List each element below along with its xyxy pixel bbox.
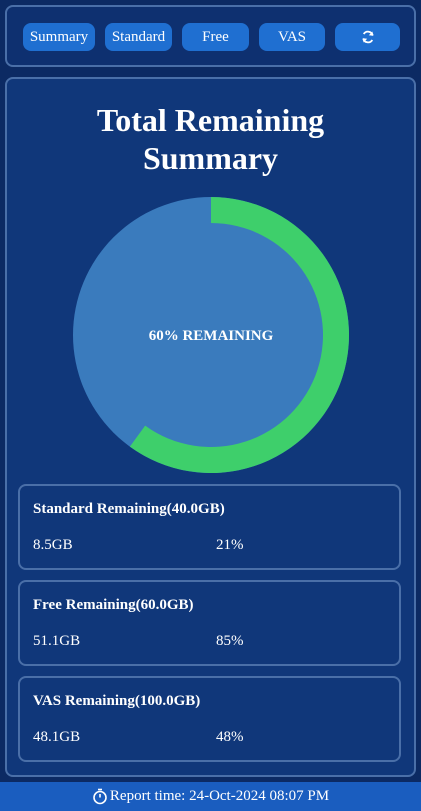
page-title: Total Remaining Summary — [7, 101, 414, 177]
card-amount: 51.1GB — [33, 633, 81, 649]
card-title: Free Remaining(60.0GB) — [33, 597, 194, 613]
refresh-icon — [361, 30, 374, 44]
card-amount: 8.5GB — [33, 537, 73, 553]
summary-panel: Total Remaining Summary 60% REMAINING St… — [5, 77, 416, 777]
tab-bar: Summary Standard Free VAS — [5, 5, 416, 67]
card-title: VAS Remaining(100.0GB) — [33, 693, 201, 709]
tab-free[interactable]: Free — [182, 23, 249, 51]
report-time-footer: Report time: 24-Oct-2024 08:07 PM — [0, 782, 421, 811]
card-title: Standard Remaining(40.0GB) — [33, 501, 225, 517]
refresh-button[interactable] — [335, 23, 400, 51]
tab-summary[interactable]: Summary — [23, 23, 95, 51]
tab-standard[interactable]: Standard — [105, 23, 172, 51]
card-amount: 48.1GB — [33, 729, 81, 745]
donut-center-label: 60% REMAINING — [149, 328, 274, 344]
title-line-1: Total Remaining — [96, 102, 325, 138]
remaining-donut-chart: 60% REMAINING — [73, 197, 349, 473]
card-percent: 48% — [216, 729, 244, 745]
standard-remaining-card: Standard Remaining(40.0GB) 8.5GB 21% — [18, 484, 401, 570]
card-percent: 85% — [216, 633, 244, 649]
card-percent: 21% — [216, 537, 244, 553]
tab-vas[interactable]: VAS — [259, 23, 325, 51]
report-time-text: Report time: 24-Oct-2024 08:07 PM — [109, 788, 330, 804]
stopwatch-icon — [93, 788, 107, 805]
title-line-2: Summary — [142, 140, 279, 176]
vas-remaining-card: VAS Remaining(100.0GB) 48.1GB 48% — [18, 676, 401, 762]
free-remaining-card: Free Remaining(60.0GB) 51.1GB 85% — [18, 580, 401, 666]
